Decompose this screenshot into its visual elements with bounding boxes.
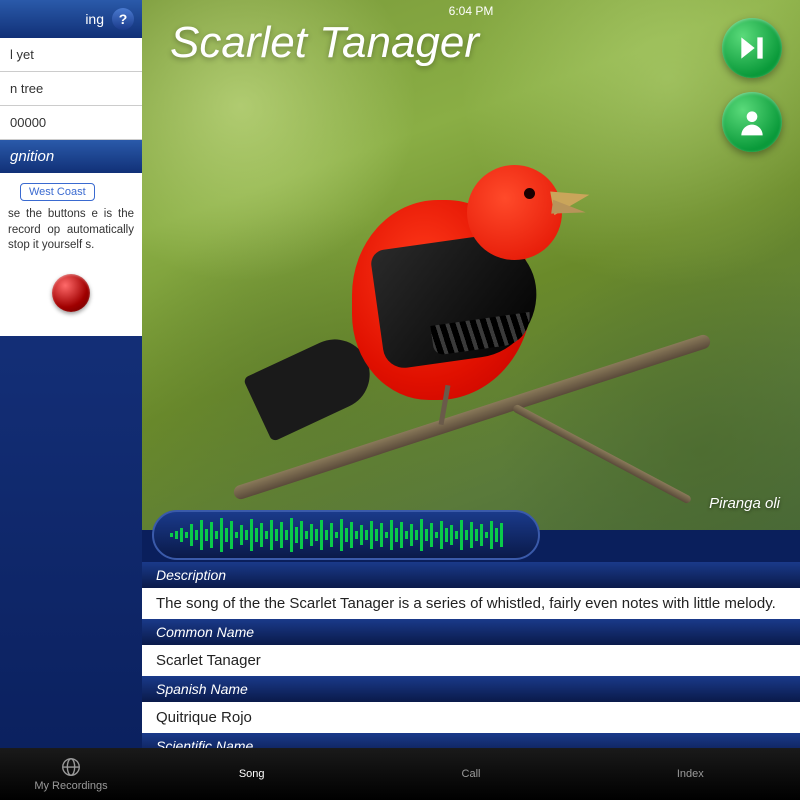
skip-forward-icon bbox=[736, 32, 768, 64]
globe-icon bbox=[60, 756, 82, 778]
tab-label: Call bbox=[462, 768, 481, 780]
waveform-bars bbox=[170, 517, 522, 553]
info-header: Scientific Name bbox=[142, 733, 800, 748]
sidebar-help-text: se the buttons e is the record op automa… bbox=[0, 201, 142, 260]
bird-title: Scarlet Tanager bbox=[170, 18, 479, 68]
sidebar-row[interactable]: 00000 bbox=[0, 106, 142, 140]
sidebar-row[interactable]: l yet bbox=[0, 38, 142, 72]
next-button[interactable] bbox=[722, 18, 782, 78]
region-chip[interactable]: West Coast bbox=[20, 183, 95, 201]
person-icon bbox=[736, 106, 768, 138]
hero-image: 6:04 PM Scarlet Tanager Piranga oli bbox=[142, 0, 800, 530]
info-value: Quitrique Rojo bbox=[142, 702, 800, 733]
sidebar-chip-row: West Coast bbox=[0, 173, 142, 201]
bird-illustration bbox=[262, 110, 642, 470]
tab-call[interactable]: Call bbox=[361, 748, 580, 800]
tab-bar: My Recordings Song Call Index bbox=[0, 748, 800, 800]
info-value: Scarlet Tanager bbox=[142, 645, 800, 676]
sidebar-row[interactable]: n tree bbox=[0, 72, 142, 106]
record-area bbox=[0, 260, 142, 336]
info-header: Description bbox=[142, 562, 800, 588]
info-panel: Description The song of the the Scarlet … bbox=[142, 562, 800, 748]
help-button[interactable]: ? bbox=[112, 8, 134, 30]
sidebar-section-header: gnition bbox=[0, 140, 142, 173]
sidebar-header: ing ? bbox=[0, 0, 142, 38]
latin-name: Piranga oli bbox=[709, 495, 780, 512]
share-button[interactable] bbox=[722, 92, 782, 152]
tab-index[interactable]: Index bbox=[581, 748, 800, 800]
sidebar-header-label: ing bbox=[85, 11, 104, 27]
tab-label: Index bbox=[677, 768, 704, 780]
status-time: 6:04 PM bbox=[449, 4, 494, 18]
tab-label: Song bbox=[239, 768, 265, 780]
tab-label: My Recordings bbox=[34, 780, 107, 792]
tab-song[interactable]: Song bbox=[142, 748, 361, 800]
info-header: Common Name bbox=[142, 619, 800, 645]
hero-action-buttons bbox=[722, 18, 782, 152]
info-header: Spanish Name bbox=[142, 676, 800, 702]
sidebar-list: l yet n tree 00000 bbox=[0, 38, 142, 140]
info-value: The song of the the Scarlet Tanager is a… bbox=[142, 588, 800, 619]
sidebar: ing ? l yet n tree 00000 gnition West Co… bbox=[0, 0, 142, 800]
record-button[interactable] bbox=[52, 274, 90, 312]
tab-my-recordings[interactable]: My Recordings bbox=[0, 748, 142, 800]
waveform-player[interactable] bbox=[152, 510, 540, 560]
